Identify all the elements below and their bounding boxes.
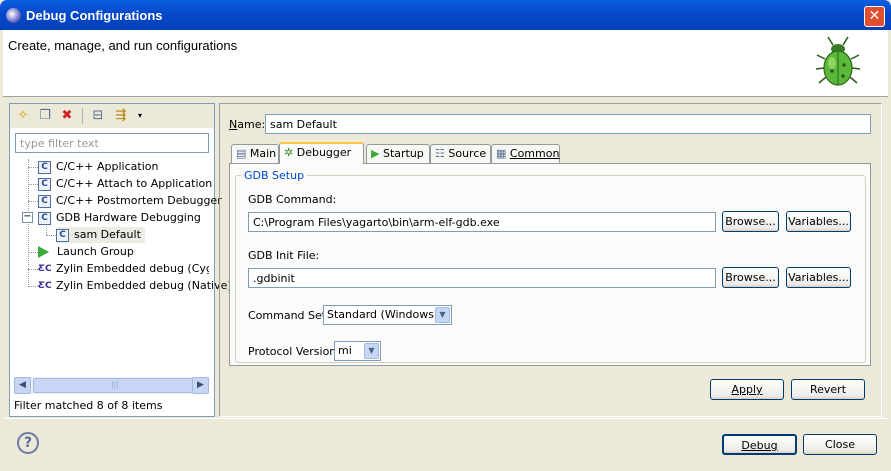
c-app-icon: C — [38, 194, 51, 208]
revert-button[interactable]: Revert — [791, 379, 865, 400]
name-field[interactable]: sam Default — [265, 114, 871, 134]
launch-group-icon — [38, 246, 49, 258]
gdb-command-variables-button[interactable]: Variables... — [786, 211, 851, 232]
tab-debugger[interactable]: ✲ Debugger — [279, 142, 364, 164]
scroll-thumb[interactable]: ||| — [33, 378, 197, 393]
tree-connector — [28, 184, 38, 185]
toolbar-divider — [82, 108, 83, 124]
tree-item-sam-default[interactable]: Csam Default — [56, 227, 145, 243]
tree-item-zylin-cygwin[interactable]: ƸCZylin Embedded debug (Cygwin) — [38, 261, 209, 277]
tree-item-c-postmortem[interactable]: C C/C++ Postmortem Debugger — [38, 193, 222, 209]
scroll-left-icon[interactable]: ◀ — [14, 377, 31, 394]
c-app-icon: C — [38, 177, 51, 191]
filter-dropdown-icon[interactable]: ▾ — [132, 108, 148, 124]
gdb-command-browse-button[interactable]: Browse... — [722, 211, 779, 232]
tree-item-launch-group[interactable]: Launch Group — [38, 244, 134, 260]
c-app-icon: C — [38, 211, 51, 225]
collapse-toggle-icon[interactable]: − — [22, 212, 33, 223]
collapse-all-icon[interactable]: ⊟ — [90, 108, 106, 124]
scroll-right-icon[interactable]: ▶ — [192, 377, 209, 394]
new-configuration-icon[interactable]: ✧ — [15, 108, 31, 124]
chevron-down-icon[interactable]: ▼ — [364, 343, 379, 359]
tab-source[interactable]: ☷ Source — [430, 144, 491, 163]
eclipse-icon — [6, 8, 21, 23]
c-app-icon: C — [38, 160, 51, 174]
gdb-init-variables-button[interactable]: Variables... — [786, 267, 851, 288]
tab-main[interactable]: ▤ Main — [231, 144, 279, 163]
debugger-tab-icon: ✲ — [284, 146, 297, 159]
footer-separator — [3, 418, 888, 419]
c-app-icon: C — [56, 228, 69, 242]
tree-item-gdb-hardware[interactable]: C GDB Hardware Debugging — [38, 210, 201, 226]
tree-connector — [28, 286, 38, 287]
close-window-button[interactable]: ✕ — [864, 6, 885, 27]
window-title: Debug Configurations — [26, 8, 163, 23]
main-tab-icon: ▤ — [236, 147, 250, 160]
name-label: Name: — [229, 118, 266, 131]
tree-connector — [28, 167, 38, 168]
command-set-select[interactable]: Standard (Windows) ▼ — [323, 305, 452, 325]
zylin-icon: ƸC — [38, 280, 52, 291]
tree-connector — [46, 235, 56, 236]
tab-common[interactable]: ▦ Common — [491, 144, 560, 163]
gdb-init-field[interactable]: .gdbinit — [248, 268, 716, 288]
help-icon[interactable]: ? — [17, 432, 39, 454]
gdb-init-label: GDB Init File: — [248, 249, 320, 262]
protocol-version-label: Protocol Version: — [248, 345, 340, 358]
gdb-command-field[interactable]: C:\Program Files\yagarto\bin\arm-elf-gdb… — [248, 212, 716, 232]
protocol-version-select[interactable]: mi ▼ — [334, 341, 381, 361]
duplicate-icon[interactable]: ❐ — [37, 108, 53, 124]
chevron-down-icon[interactable]: ▼ — [435, 307, 450, 323]
filter-status: Filter matched 8 of 8 items — [14, 399, 163, 412]
gdb-command-label: GDB Command: — [248, 193, 337, 206]
filter-icon[interactable]: ⇶ — [113, 108, 129, 124]
debug-button[interactable]: Debug — [722, 434, 797, 455]
gdb-setup-title: GDB Setup — [241, 169, 308, 182]
tree-connector — [28, 159, 29, 287]
bug-icon — [815, 36, 861, 86]
tree-connector — [28, 269, 38, 270]
tree-connector — [28, 252, 38, 253]
tree-connector — [28, 201, 38, 202]
common-tab-icon: ▦ — [496, 147, 510, 160]
tab-startup[interactable]: ▶ Startup — [366, 144, 430, 163]
gdb-init-browse-button[interactable]: Browse... — [722, 267, 779, 288]
tree-toolbar: ✧ ❐ ✖ ⊟ ⇶ ▾ — [10, 104, 214, 128]
source-tab-icon: ☷ — [435, 147, 449, 160]
header-title: Create, manage, and run configurations — [8, 38, 238, 53]
filter-input[interactable]: type filter text — [15, 133, 209, 153]
tree-item-c-attach[interactable]: C C/C++ Attach to Application — [38, 176, 212, 192]
startup-tab-icon: ▶ — [371, 147, 383, 160]
delete-icon[interactable]: ✖ — [59, 108, 75, 124]
tree-item-c-application[interactable]: C C/C++ Application — [38, 159, 158, 175]
tree-horizontal-scrollbar[interactable]: ◀ ||| ▶ — [14, 377, 209, 394]
zylin-icon: ƸC — [38, 263, 52, 274]
tree-item-zylin-native[interactable]: ƸC Zylin Embedded debug (Native) — [38, 278, 232, 294]
command-set-label: Command Set: — [248, 309, 330, 322]
close-button[interactable]: Close — [803, 434, 877, 455]
apply-button[interactable]: Apply — [710, 379, 784, 400]
